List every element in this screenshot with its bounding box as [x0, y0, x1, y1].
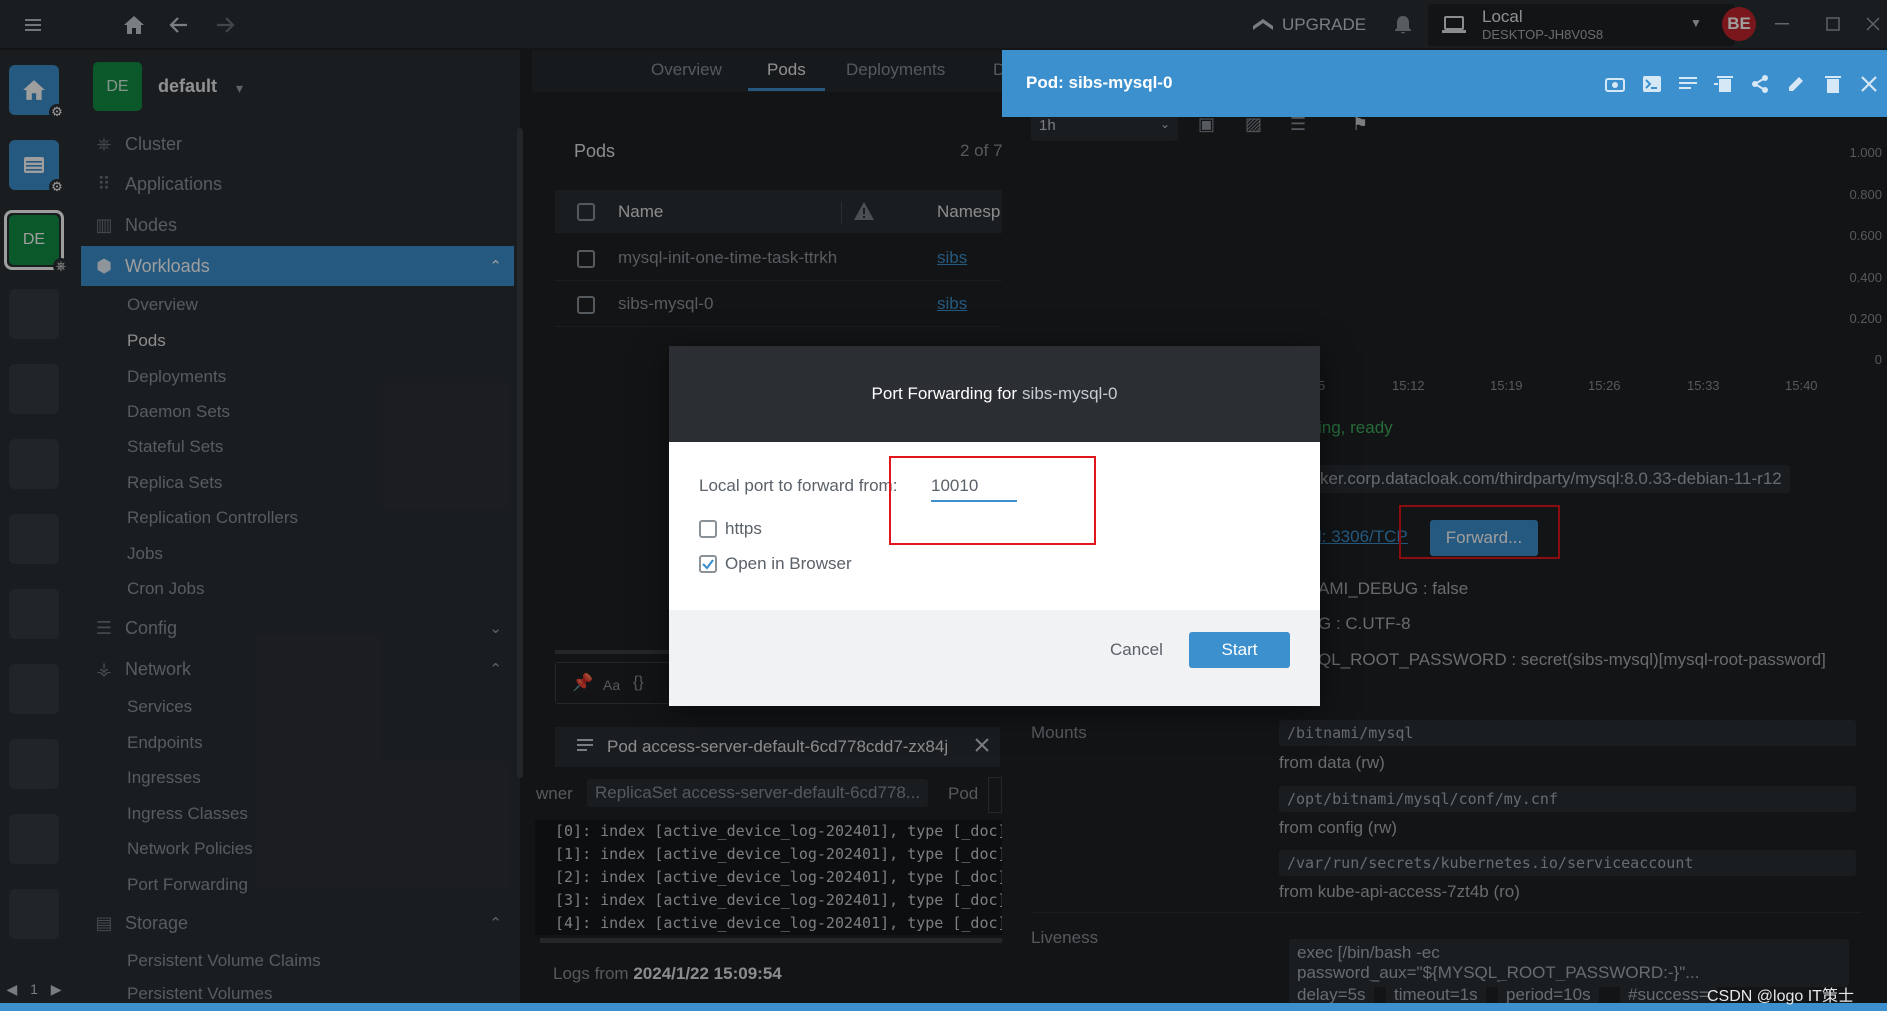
screenshot-icon[interactable]	[1603, 72, 1627, 96]
edit-icon[interactable]	[1784, 72, 1808, 96]
open-in-browser-label: Open in Browser	[725, 554, 852, 573]
start-button[interactable]: Start	[1189, 632, 1290, 668]
local-port-label: Local port to forward from:	[699, 476, 898, 495]
share-icon[interactable]	[1748, 72, 1772, 96]
checkmark-icon	[702, 559, 714, 570]
delete-icon[interactable]	[1821, 72, 1845, 96]
open-in-browser-checkbox[interactable]	[699, 555, 717, 573]
evict-icon[interactable]	[1712, 72, 1736, 96]
logs-icon[interactable]	[1676, 72, 1700, 96]
pod-details-title: Pod: sibs-mysql-0	[1026, 73, 1173, 92]
cancel-button[interactable]: Cancel	[1110, 640, 1163, 660]
dialog-title-pod: sibs-mysql-0	[1022, 384, 1118, 403]
dialog-header: Port Forwarding for sibs-mysql-0	[669, 346, 1320, 442]
status-bar	[0, 1003, 1887, 1011]
annotation-highlight	[889, 456, 1096, 545]
close-icon[interactable]	[1857, 72, 1881, 96]
dialog-title-prefix: Port Forwarding for	[871, 384, 1018, 403]
https-label: https	[725, 519, 762, 538]
terminal-icon[interactable]	[1640, 72, 1664, 96]
dialog-footer: Cancel Start	[669, 610, 1320, 706]
watermark: CSDN @logo IT策士	[1707, 988, 1854, 1005]
https-checkbox[interactable]	[699, 520, 717, 538]
